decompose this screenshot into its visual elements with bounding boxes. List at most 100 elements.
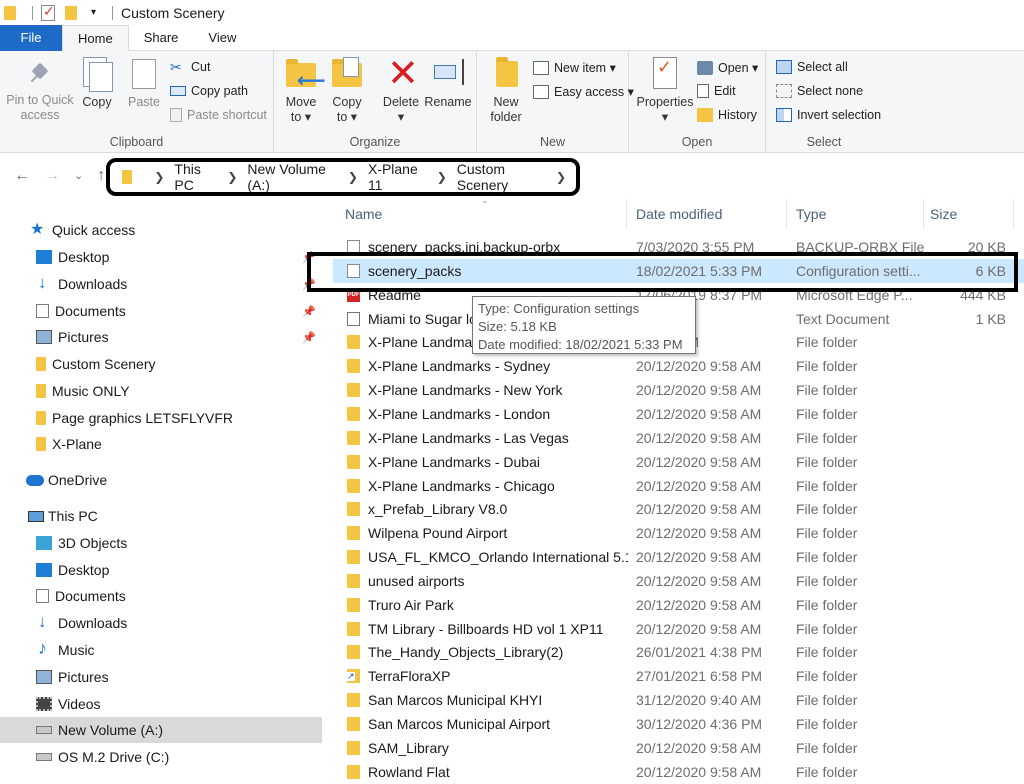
nav-downloads-pc[interactable]: Downloads — [0, 610, 322, 636]
file-row[interactable]: SAM_Library 20/12/2020 9:58 AM File folder — [333, 736, 1024, 760]
file-row[interactable]: unused airports 20/12/2020 9:58 AM File fo… — [333, 569, 1024, 593]
chevron-right-icon[interactable]: ❯ — [556, 170, 566, 184]
tab-file[interactable]: File — [0, 25, 62, 51]
breadcrumb-new-volume[interactable]: New Volume (A:) — [247, 161, 338, 193]
copy-path-button[interactable]: Copy path — [170, 84, 248, 98]
copy-button[interactable]: Copy — [78, 57, 116, 110]
invert-selection-button[interactable]: Invert selection — [776, 108, 881, 122]
breadcrumb-this-pc[interactable]: This PC — [174, 161, 217, 193]
chevron-right-icon[interactable]: ❯ — [154, 170, 164, 184]
nav-music[interactable]: Music — [0, 637, 322, 663]
file-row[interactable]: X-Plane Landmarks - New York 20/12/2020 9… — [333, 378, 1024, 402]
file-row[interactable]: X-Plane Landmarks - Dubai 20/12/2020 9:58… — [333, 450, 1024, 474]
copy-to-button[interactable]: Copy to ▾ — [328, 57, 366, 125]
move-to-label: to ▾ — [290, 110, 312, 124]
file-date-modified: 20/12/2020 9:58 AM — [636, 453, 762, 470]
breadcrumb-x-plane-11[interactable]: X-Plane 11 — [368, 161, 427, 193]
file-row[interactable]: San Marcos Municipal KHYI 31/12/2020 9:40… — [333, 688, 1024, 712]
file-row[interactable]: The_Handy_Objects_Library(2) 26/01/2021 4… — [333, 640, 1024, 664]
paste-shortcut-button[interactable]: Paste shortcut — [170, 108, 267, 122]
recent-locations-icon[interactable]: ⌄ — [74, 167, 83, 185]
file-row[interactable]: Wilpena Pound Airport 20/12/2020 9:58 AM F… — [333, 521, 1024, 545]
column-divider[interactable] — [1013, 199, 1014, 229]
column-divider[interactable] — [626, 199, 627, 229]
history-button[interactable]: History — [697, 108, 757, 122]
file-row[interactable]: X-Plane Landmarks - Las Vegas 20/12/2020 … — [333, 426, 1024, 450]
file-row[interactable]: TerraFloraXP 27/01/2021 6:58 PM File folde… — [333, 664, 1024, 688]
open-button[interactable]: Open ▾ — [697, 60, 758, 75]
back-arrow-icon[interactable]: ← — [14, 167, 30, 185]
nav-page-graphics[interactable]: Page graphics LETSFLYVFR — [0, 405, 322, 431]
nav-documents-pc[interactable]: Documents — [0, 583, 322, 609]
column-header-size[interactable]: Size — [930, 197, 957, 231]
new-item-button[interactable]: New item ▾ — [533, 60, 616, 75]
file-type: File folder — [796, 596, 858, 613]
delete-button[interactable]: ✕ Delete ▾ — [380, 54, 422, 125]
nav-this-pc[interactable]: This PC — [0, 503, 322, 529]
nav-quick-access[interactable]: ★ Quick access — [0, 217, 322, 243]
pin-icon[interactable]: 📌 — [302, 305, 316, 318]
up-arrow-icon[interactable]: ↑ — [97, 167, 105, 185]
breadcrumb[interactable]: ❯ This PC ❯ New Volume (A:) ❯ X-Plane 11… — [106, 158, 580, 196]
select-none-button[interactable]: Select none — [776, 84, 863, 98]
column-header-name[interactable]: Name — [345, 197, 382, 231]
file-row[interactable]: Rowland Flat 20/12/2020 9:58 AM File folde… — [333, 760, 1024, 784]
organize-group-label: Organize — [349, 135, 401, 149]
new-folder-button[interactable]: New folder — [485, 57, 527, 125]
nav-os-drive[interactable]: OS M.2 Drive (C:) — [0, 744, 322, 770]
tab-share[interactable]: Share — [129, 25, 194, 51]
properties-dropdown-icon[interactable]: ▾ — [635, 110, 695, 125]
nav-pictures[interactable]: Pictures 📌 — [0, 324, 322, 350]
cut-button[interactable]: ✂ Cut — [170, 60, 210, 74]
new-folder-icon[interactable] — [65, 5, 77, 20]
properties-button[interactable]: Properties ▾ — [635, 57, 695, 125]
file-row[interactable]: X-Plane Landmarks - Sydney 20/12/2020 9:5… — [333, 354, 1024, 378]
nav-videos[interactable]: Videos — [0, 691, 322, 717]
folder-icon — [347, 502, 360, 517]
forward-arrow-icon[interactable]: → — [44, 167, 60, 185]
column-header-date[interactable]: Date modified — [636, 197, 722, 231]
nav-onedrive[interactable]: OneDrive — [0, 467, 322, 493]
chevron-right-icon[interactable]: ❯ — [227, 170, 237, 184]
properties-icon[interactable] — [41, 3, 55, 21]
file-row[interactable]: USA_FL_KMCO_Orlando International 5.1 20/… — [333, 545, 1024, 569]
column-divider[interactable] — [923, 199, 924, 229]
tab-view[interactable]: View — [193, 25, 251, 51]
nav-desktop-pc[interactable]: Desktop — [0, 557, 322, 583]
easy-access-button[interactable]: Easy access ▾ — [533, 84, 634, 99]
nav-label: Quick access — [52, 222, 136, 238]
file-row[interactable]: San Marcos Municipal Airport 30/12/2020 4… — [333, 712, 1024, 736]
file-row[interactable]: TM Library - Billboards HD vol 1 XP11 20/… — [333, 617, 1024, 641]
nav-pictures-pc[interactable]: Pictures — [0, 664, 322, 690]
select-all-button[interactable]: Select all — [776, 60, 848, 74]
nav-3d-objects[interactable]: 3D Objects — [0, 530, 322, 556]
nav-desktop[interactable]: Desktop 📌 — [0, 244, 322, 270]
file-row[interactable]: x_Prefab_Library V8.0 20/12/2020 9:58 AM F… — [333, 497, 1024, 521]
pin-label: Pin to Quick — [6, 93, 74, 107]
breadcrumb-custom-scenery[interactable]: Custom Scenery — [457, 161, 546, 193]
move-to-button[interactable]: ⟵ Move to ▾ — [282, 57, 326, 125]
nav-documents[interactable]: Documents 📌 — [0, 298, 322, 324]
nav-music-only[interactable]: Music ONLY — [0, 378, 322, 404]
paste-button[interactable]: Paste — [124, 57, 164, 110]
paste-icon — [128, 57, 160, 91]
file-row[interactable]: X-Plane Landmarks - Chicago 20/12/2020 9:… — [333, 474, 1024, 498]
customize-toolbar-icon[interactable]: ▾ — [91, 7, 96, 18]
nav-custom-scenery[interactable]: Custom Scenery — [0, 351, 322, 377]
chevron-right-icon[interactable]: ❯ — [437, 170, 447, 184]
tab-home[interactable]: Home — [62, 25, 129, 51]
chevron-right-icon[interactable]: ❯ — [348, 170, 358, 184]
rename-button[interactable]: Rename — [424, 57, 472, 110]
edit-button[interactable]: Edit — [697, 84, 736, 98]
file-row[interactable]: Truro Air Park 20/12/2020 9:58 AM File fol… — [333, 593, 1024, 617]
nav-x-plane[interactable]: X-Plane — [0, 431, 322, 457]
file-type: File folder — [796, 620, 858, 637]
file-type: File folder — [796, 739, 858, 756]
file-row[interactable]: X-Plane Landmarks - London 20/12/2020 9:5… — [333, 402, 1024, 426]
nav-new-volume[interactable]: New Volume (A:) — [0, 717, 322, 743]
nav-downloads[interactable]: Downloads 📌 — [0, 271, 322, 297]
pin-to-quick-access-button[interactable]: Pin to Quick access — [4, 57, 76, 123]
pin-icon[interactable]: 📌 — [302, 331, 316, 344]
column-divider[interactable] — [786, 199, 787, 229]
column-header-type[interactable]: Type — [796, 197, 826, 231]
